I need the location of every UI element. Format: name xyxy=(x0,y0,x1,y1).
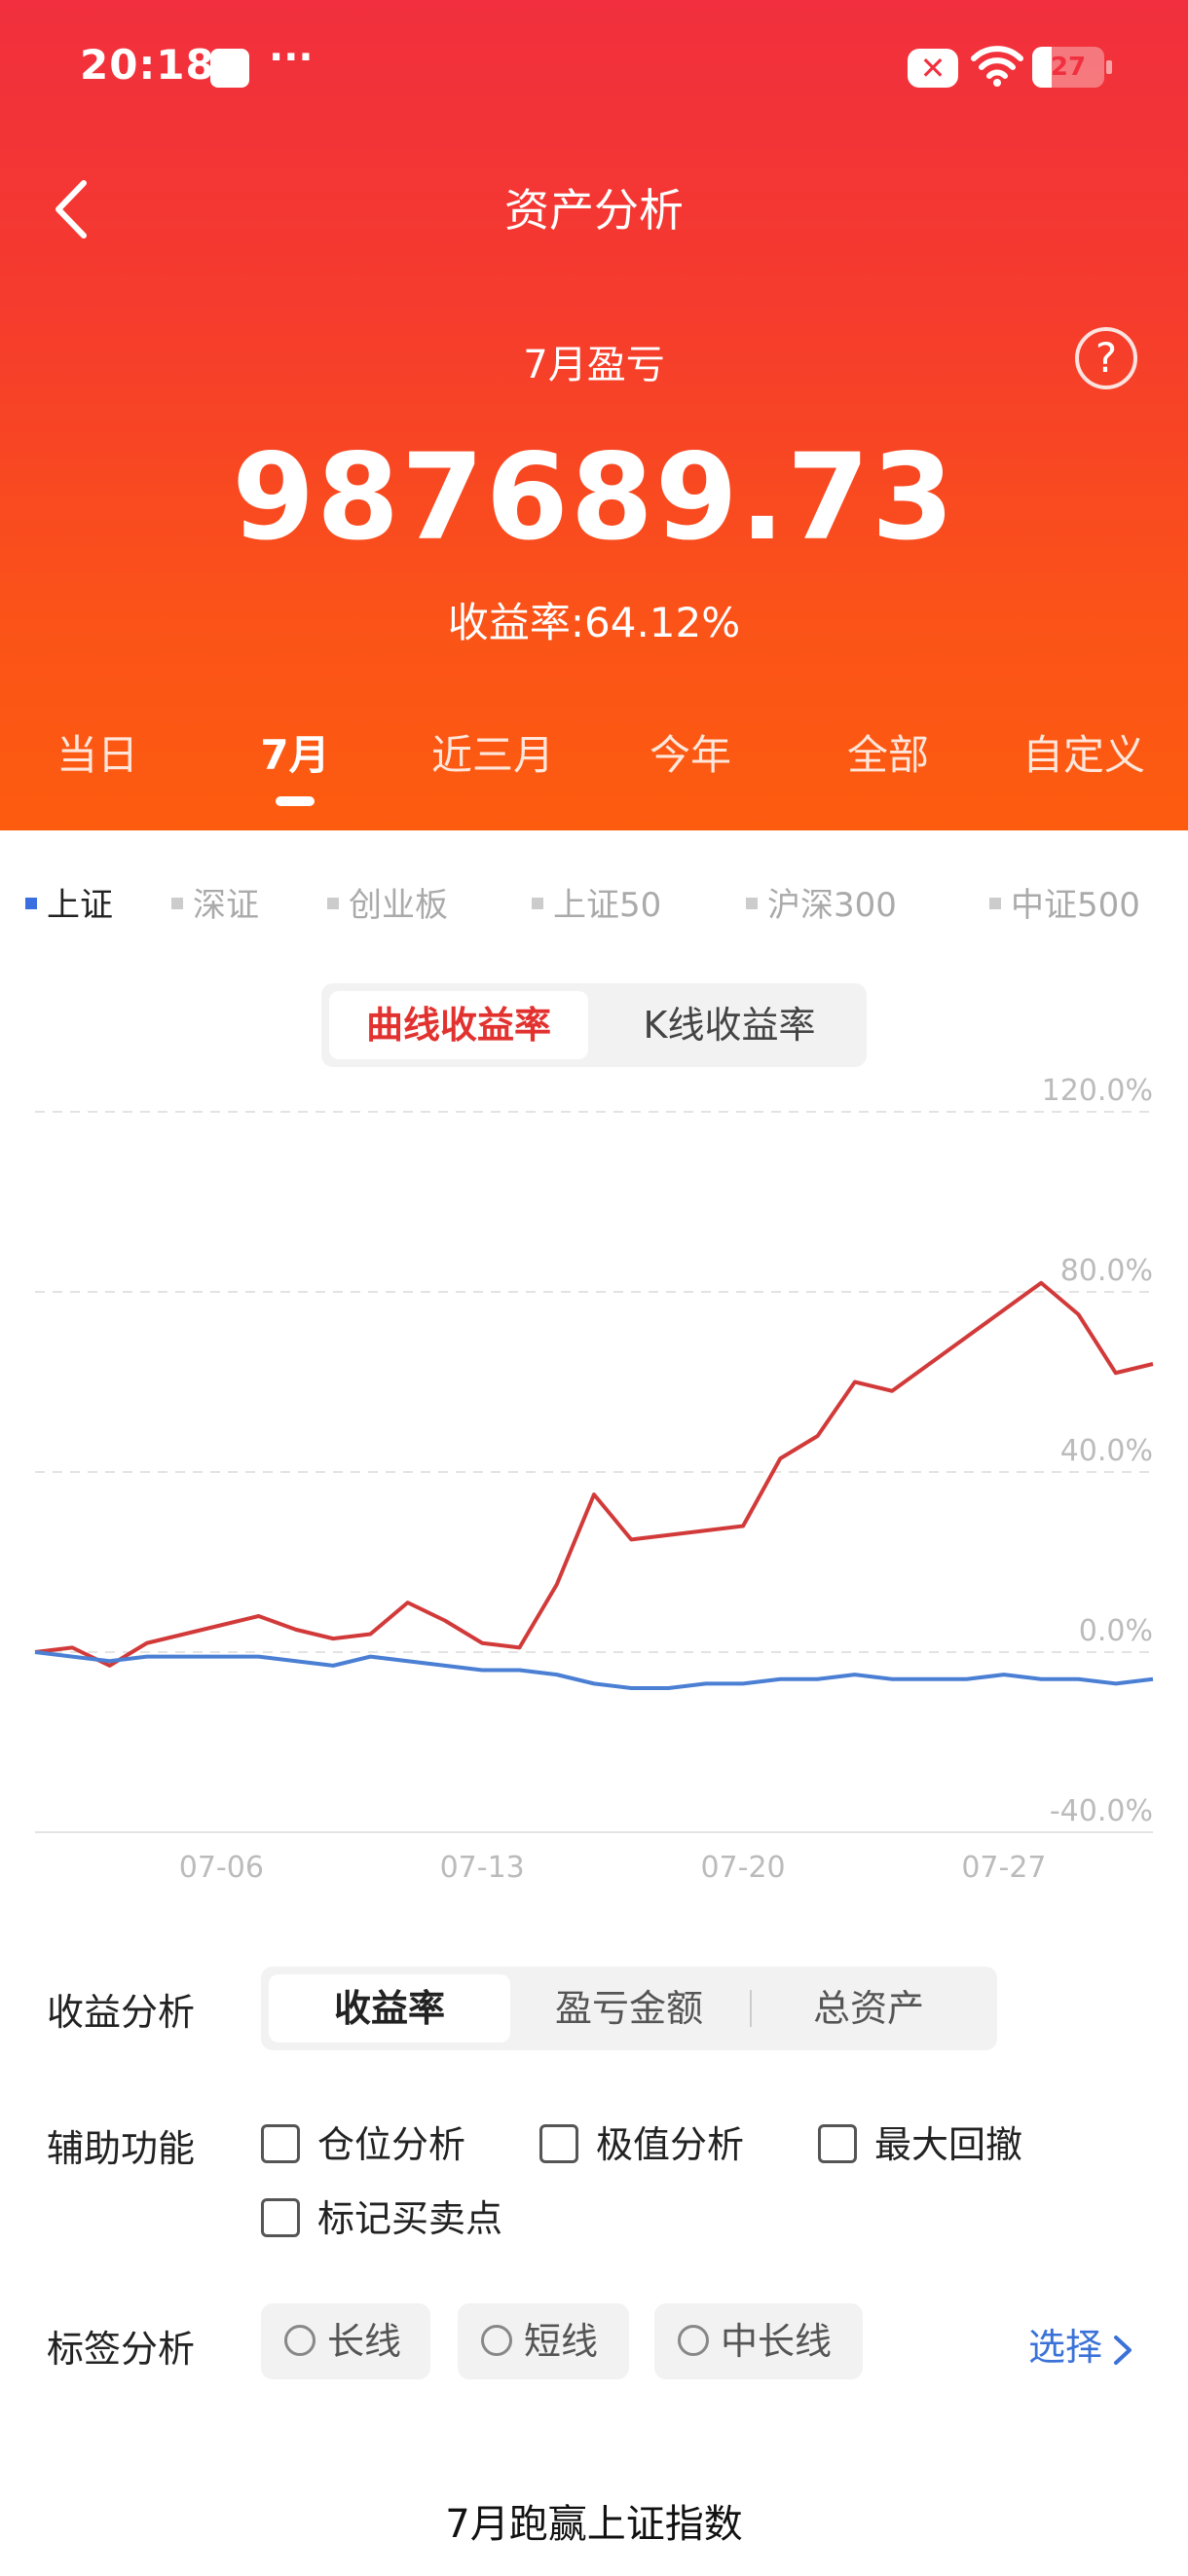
tab-today[interactable]: 当日 xyxy=(0,722,195,782)
y-tick-label: 40.0% xyxy=(1060,1434,1153,1468)
y-tick-label: 80.0% xyxy=(1060,1254,1153,1288)
index-csi300[interactable]: 沪深300 xyxy=(746,878,897,926)
analysis-toggle: 收益率 盈亏金额 总资产 xyxy=(261,1967,997,2050)
header-banner: 20:18 ··· ✕ 27 资产分析 7月盈亏 ? 987689.73 收益率… xyxy=(0,0,1188,830)
y-tick-label: 120.0% xyxy=(1042,1074,1153,1108)
rate-button[interactable]: 收益率 xyxy=(269,1974,510,2042)
curve-return-button[interactable]: 曲线收益率 xyxy=(329,991,588,1059)
index-sse50[interactable]: 上证50 xyxy=(532,878,661,926)
tab-july[interactable]: 7月 xyxy=(198,722,392,782)
analysis-label: 收益分析 xyxy=(47,1991,196,2034)
checkbox-label: 仓位分析 xyxy=(317,2123,466,2166)
tab-all[interactable]: 全部 xyxy=(791,722,985,782)
battery-icon: 27 xyxy=(1032,47,1104,88)
status-time: 20:18 xyxy=(80,41,215,89)
max-drawdown-checkbox[interactable]: 最大回撤 xyxy=(818,2115,1022,2168)
x-tick-label: 07-20 xyxy=(700,1851,785,1885)
index-label: 沪深300 xyxy=(767,886,897,925)
checkbox-icon xyxy=(261,2197,300,2237)
index-label: 中证500 xyxy=(1011,886,1140,925)
total-assets-button[interactable]: 总资产 xyxy=(748,1974,989,2042)
x-tick-label: 07-06 xyxy=(179,1851,264,1885)
portfolio-return-line xyxy=(34,1280,1154,1668)
tab-custom[interactable]: 自定义 xyxy=(986,722,1181,782)
chevron-right-icon xyxy=(1114,2335,1132,2365)
return-rate: 收益率:64.12% xyxy=(447,599,741,646)
profit-amount: 987689.73 xyxy=(232,428,956,567)
period-tabs: 当日 7月 近三月 今年 全部 自定义 xyxy=(0,722,1188,791)
checkbox-label: 标记买卖点 xyxy=(317,2197,503,2240)
checkbox-label: 最大回撤 xyxy=(874,2123,1023,2166)
index-label: 上证 xyxy=(47,886,113,925)
aux-label: 辅助功能 xyxy=(47,2127,196,2170)
index-label: 上证50 xyxy=(553,886,662,925)
checkbox-label: 极值分析 xyxy=(596,2123,745,2166)
radio-icon xyxy=(678,2324,709,2356)
position-analysis-checkbox[interactable]: 仓位分析 xyxy=(261,2115,465,2168)
tab-this-year[interactable]: 今年 xyxy=(593,722,788,782)
checkbox-icon xyxy=(261,2123,300,2163)
tag-short-term[interactable]: 短线 xyxy=(458,2303,629,2379)
index-selector: 上证 深证 创业板 上证50 沪深300 中证500 xyxy=(0,878,1188,927)
index-chinext[interactable]: 创业板 xyxy=(327,878,448,926)
index-shenzhen[interactable]: 深证 xyxy=(171,878,259,926)
index-csi500[interactable]: 中证500 xyxy=(989,878,1140,926)
chart-mode-toggle: 曲线收益率 K线收益率 xyxy=(321,983,867,1067)
radio-icon xyxy=(284,2324,316,2356)
index-label: 深证 xyxy=(193,886,259,925)
tag-text: 中长线 xyxy=(721,2320,833,2363)
y-tick-label: 0.0% xyxy=(1079,1614,1153,1648)
pnl-amount-button[interactable]: 盈亏金额 xyxy=(508,1974,750,2042)
index-return-line xyxy=(34,1650,1154,1690)
tag-text: 长线 xyxy=(327,2320,402,2363)
tab-three-months[interactable]: 近三月 xyxy=(395,722,590,782)
checkbox-icon xyxy=(818,2123,857,2163)
help-icon[interactable]: ? xyxy=(1075,327,1137,389)
tag-long-term[interactable]: 长线 xyxy=(261,2303,430,2379)
y-tick-label: -40.0% xyxy=(1050,1794,1153,1828)
wifi-icon xyxy=(971,46,1023,87)
checkbox-icon xyxy=(539,2123,578,2163)
close-notification-icon: ✕ xyxy=(908,49,958,88)
kline-return-button[interactable]: K线收益率 xyxy=(600,991,859,1059)
x-tick-label: 07-13 xyxy=(440,1851,525,1885)
extreme-analysis-checkbox[interactable]: 极值分析 xyxy=(539,2115,744,2168)
tag-label: 标签分析 xyxy=(47,2328,196,2371)
index-shanghai[interactable]: 上证 xyxy=(25,878,113,926)
notification-icon xyxy=(210,49,249,88)
return-chart: 120.0% 80.0% 40.0% 0.0% -40.0% 07-06 07-13 07-2… xyxy=(34,1074,1154,1885)
tag-text: 短线 xyxy=(524,2320,599,2363)
mark-trades-checkbox[interactable]: 标记买卖点 xyxy=(261,2189,502,2242)
more-notifications-icon: ··· xyxy=(269,35,314,80)
page-title: 资产分析 xyxy=(504,184,684,237)
active-tab-indicator xyxy=(276,796,315,806)
period-label: 7月盈亏 xyxy=(523,343,665,387)
tag-mid-long-term[interactable]: 中长线 xyxy=(654,2303,863,2379)
footer-summary: 7月跑赢上证指数 xyxy=(445,2502,743,2547)
x-tick-label: 07-27 xyxy=(961,1851,1046,1885)
choose-label: 选择 xyxy=(1028,2326,1103,2369)
choose-tags-link[interactable]: 选择 xyxy=(1028,2317,1135,2371)
battery-level: 27 xyxy=(1050,53,1087,82)
index-label: 创业板 xyxy=(349,886,448,925)
radio-icon xyxy=(481,2324,512,2356)
